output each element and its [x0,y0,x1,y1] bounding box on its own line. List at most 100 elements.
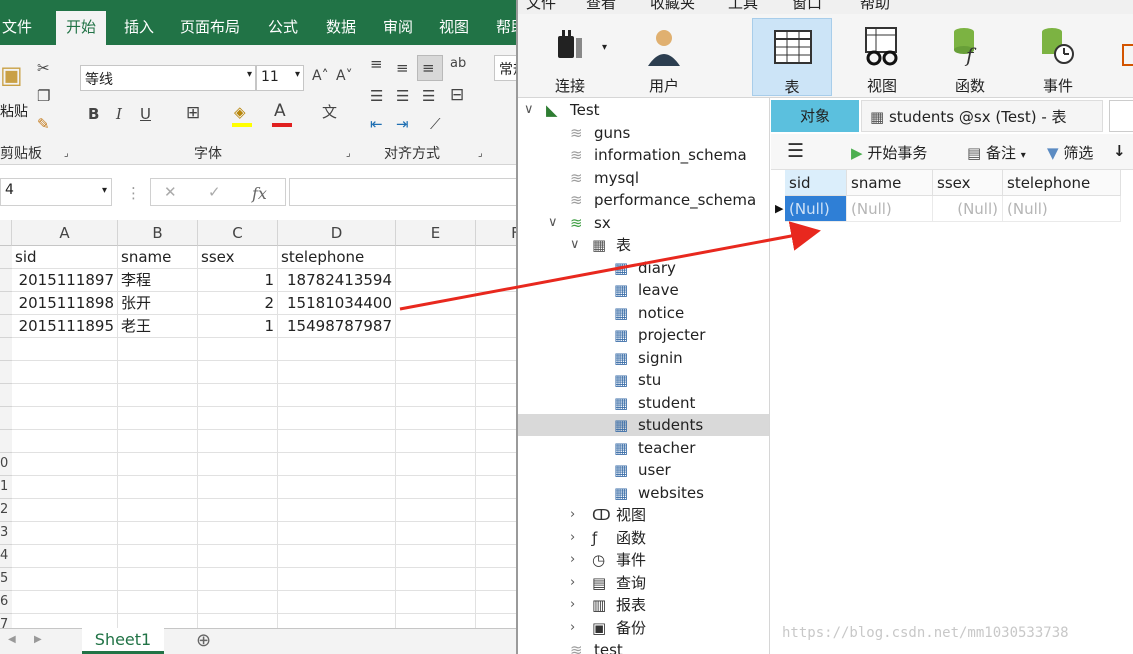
cell[interactable] [476,476,520,499]
cell[interactable] [278,545,396,568]
font-size-select[interactable]: 11 ▾ [256,65,304,91]
dialog-launcher-icon[interactable]: ⌟ [478,149,483,159]
underline-icon[interactable]: U [140,107,151,122]
align-left-icon[interactable]: ☰ [370,89,383,104]
cell[interactable] [396,269,476,292]
chevron-right-icon[interactable]: › [570,572,575,594]
tree-tables-group[interactable]: ∨ ▦ 表 [518,234,769,256]
cell[interactable] [198,338,278,361]
cell[interactable] [396,246,476,269]
fill-color-icon[interactable]: ◈ [234,105,246,120]
increase-indent-icon[interactable]: ⇥ [396,117,409,132]
tree-table-students[interactable]: ▦ students [518,414,769,436]
text-direction-icon[interactable]: ⟋ [430,117,441,132]
cell[interactable] [476,338,520,361]
tree-group-report[interactable]: › ▥ 报表 [518,594,769,616]
column-header-b[interactable]: B [118,220,198,246]
cell[interactable] [396,407,476,430]
cell[interactable] [118,453,198,476]
tree-table-websites[interactable]: ▦ websites [518,482,769,504]
cell[interactable]: 2015111897 [12,269,118,292]
cell[interactable] [12,568,118,591]
font-color-icon[interactable]: A [274,103,286,120]
row-header[interactable] [0,407,12,430]
cell[interactable] [118,568,198,591]
merge-icon[interactable]: ⊟ [450,87,464,104]
cell[interactable] [278,476,396,499]
tab-page-layout[interactable]: 页面布局 [180,16,240,37]
user-button[interactable]: 用户 [624,18,704,96]
tree-group-backup[interactable]: › ▣ 备份 [518,617,769,639]
cell[interactable] [12,499,118,522]
row-header[interactable]: 4 [0,545,12,568]
cell[interactable] [118,407,198,430]
cell[interactable] [198,499,278,522]
cell[interactable] [118,338,198,361]
grid-cell-sname[interactable]: (Null) [847,196,933,222]
tree-database-test[interactable]: ≋ test [518,639,769,654]
column-header-d[interactable]: D [278,220,396,246]
tab-formulas[interactable]: 公式 [268,16,298,37]
cell[interactable] [12,453,118,476]
tree-group-event[interactable]: › ◷ 事件 [518,549,769,571]
cell[interactable] [198,545,278,568]
chevron-right-icon[interactable]: › [570,549,575,571]
cell[interactable]: 2015111895 [12,315,118,338]
tree-table-notice[interactable]: ▦ notice [518,302,769,324]
row-header[interactable] [0,338,12,361]
select-all-corner[interactable] [0,220,12,246]
tree-table-teacher[interactable]: ▦ teacher [518,437,769,459]
connection-button[interactable]: ▾ 连接 [530,18,610,96]
cell[interactable] [476,292,520,315]
grid-cell-ssex[interactable]: (Null) [933,196,1003,222]
tab-view[interactable]: 视图 [439,16,469,37]
cell[interactable] [12,407,118,430]
cell[interactable]: 15181034400 [278,292,396,315]
cell[interactable]: 1 [198,269,278,292]
cell[interactable] [118,476,198,499]
tree-table-projecter[interactable]: ▦ projecter [518,324,769,346]
cell[interactable] [278,568,396,591]
grid-column-ssex[interactable]: ssex [933,170,1003,196]
cell[interactable]: stelephone [278,246,396,269]
column-header-c[interactable]: C [198,220,278,246]
begin-transaction-button[interactable]: ▶ 开始事务 [851,142,927,163]
row-header[interactable] [0,430,12,453]
borders-icon[interactable]: ⊞ [186,105,200,122]
tab-home[interactable]: 开始 [56,11,107,45]
cell[interactable] [12,476,118,499]
align-center-icon[interactable]: ☰ [396,89,409,104]
orientation-icon[interactable]: ab [450,57,466,70]
cell[interactable]: sname [118,246,198,269]
cell[interactable] [278,361,396,384]
phonetic-icon[interactable]: 文 [322,105,337,120]
enter-icon[interactable]: ✓ [208,185,221,200]
menu-help[interactable]: 帮助 [860,0,890,13]
menu-view[interactable]: 查看 [586,0,616,13]
tree-table-leave[interactable]: ▦ leave [518,279,769,301]
more-toolbar-icon[interactable] [1122,44,1133,66]
copy-icon[interactable]: ❐ [37,89,50,104]
cell[interactable] [278,384,396,407]
tree-group-view[interactable]: › ↀ 视图 [518,504,769,526]
row-header[interactable] [0,315,12,338]
menu-window[interactable]: 窗口 [792,0,822,13]
cell[interactable] [198,476,278,499]
cell[interactable] [118,361,198,384]
cell[interactable] [198,568,278,591]
align-top-icon[interactable]: ≡ [370,57,383,72]
grid-column-sname[interactable]: sname [847,170,933,196]
cell[interactable] [278,522,396,545]
cell[interactable] [396,568,476,591]
tree-database-information_schema[interactable]: ≋ information_schema [518,144,769,166]
view-button[interactable]: 视图 [842,18,922,96]
shrink-font-icon[interactable]: A˅ [336,69,353,83]
font-name-select[interactable]: 等线 ▾ [80,65,256,91]
cell[interactable] [476,430,520,453]
cell[interactable]: 1 [198,315,278,338]
cell[interactable] [198,384,278,407]
cell[interactable] [12,545,118,568]
cell[interactable] [476,499,520,522]
cell[interactable] [198,591,278,614]
cell[interactable] [278,499,396,522]
